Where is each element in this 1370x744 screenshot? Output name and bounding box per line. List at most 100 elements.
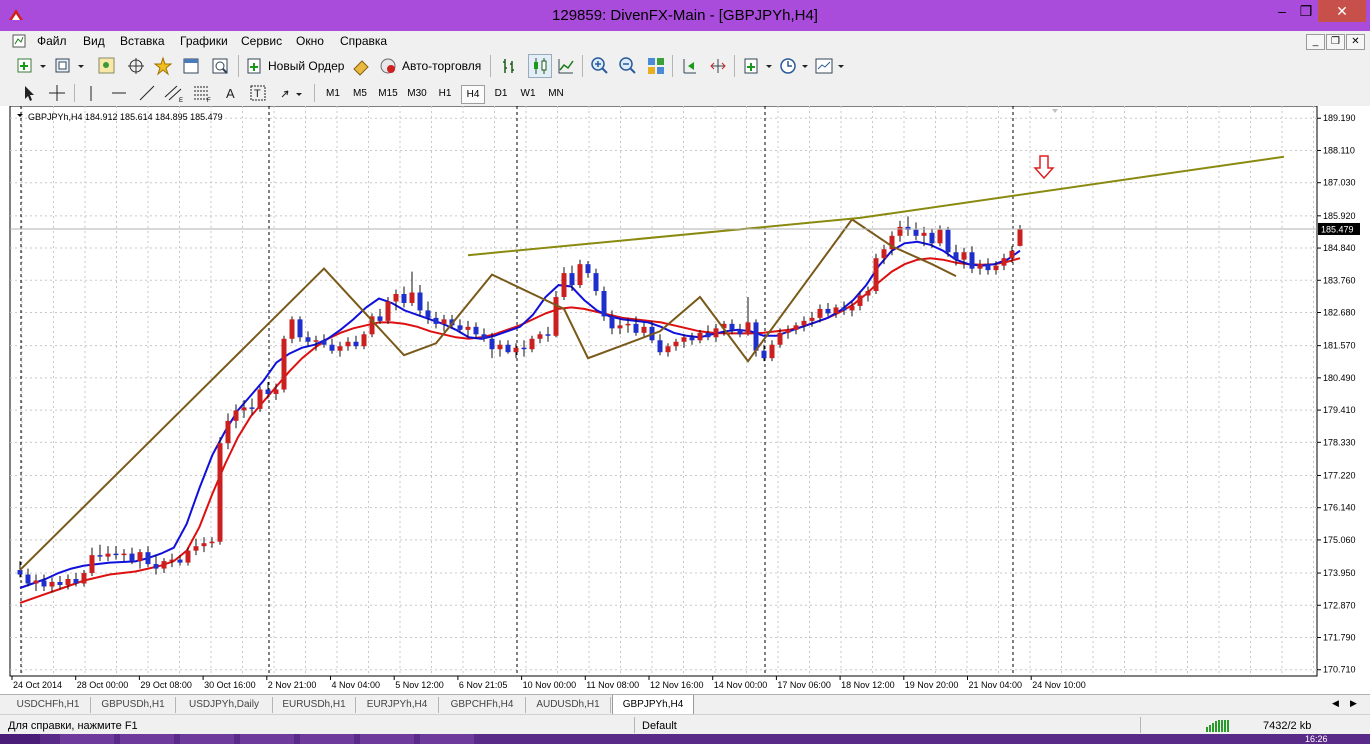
price-chart[interactable]: 189.190 188.110 187.030 185.920 184.840 183.7… xyxy=(0,105,1370,694)
mdi-minimize-button[interactable]: _ xyxy=(1306,34,1325,50)
periods-clock-icon[interactable] xyxy=(778,56,810,76)
terminal-icon[interactable] xyxy=(181,56,201,76)
mdi-close-button[interactable]: ✕ xyxy=(1346,34,1365,50)
tab-eurusdh-h1[interactable]: EURUSDh,H1 xyxy=(273,697,356,713)
candle xyxy=(369,313,375,338)
candle-body xyxy=(441,319,447,324)
new-order-button[interactable]: Новый Ордер xyxy=(268,55,344,77)
bar-chart-icon[interactable] xyxy=(500,56,520,76)
price-label: 176.140 xyxy=(1323,503,1356,513)
tabs-scroll-right-icon[interactable]: ▶ xyxy=(1350,698,1357,709)
taskbar-app-1[interactable] xyxy=(60,734,114,744)
candle-body xyxy=(289,319,295,339)
timeframe-m1[interactable]: M1 xyxy=(322,85,344,102)
timeframe-m5[interactable]: M5 xyxy=(349,85,371,102)
time-label: 4 Nov 04:00 xyxy=(332,680,381,690)
zoom-in-icon[interactable] xyxy=(590,56,610,76)
arrows-dropdown-icon[interactable] xyxy=(279,83,307,103)
time-label: 6 Nov 21:05 xyxy=(459,680,508,690)
fibonacci-icon[interactable]: F xyxy=(192,83,212,103)
taskbar-app-4[interactable] xyxy=(240,734,294,744)
line-chart-icon[interactable] xyxy=(556,56,576,76)
timeframe-d1[interactable]: D1 xyxy=(490,85,512,102)
indicators-icon[interactable] xyxy=(742,56,774,76)
data-window-icon[interactable] xyxy=(126,56,146,76)
tab-gbpusdh-h1[interactable]: GBPUSDh,H1 xyxy=(91,697,176,713)
candle-body xyxy=(937,229,943,244)
chart-window-icon[interactable] xyxy=(12,34,26,48)
chart-window[interactable]: 189.190 188.110 187.030 185.920 184.840 183.7… xyxy=(0,105,1370,694)
start-button[interactable] xyxy=(0,734,40,744)
candle-body xyxy=(689,337,695,341)
horizontal-line-icon[interactable] xyxy=(110,83,128,103)
menu-file[interactable]: Файл xyxy=(37,34,67,48)
tile-windows-icon[interactable] xyxy=(646,56,666,76)
taskbar-app-6[interactable] xyxy=(360,734,414,744)
cursor-icon[interactable] xyxy=(20,83,38,103)
text-tool-icon[interactable]: A xyxy=(222,83,240,103)
timeframe-h4[interactable]: H4 xyxy=(461,85,485,104)
timeframe-h1[interactable]: H1 xyxy=(434,85,456,102)
time-label: 5 Nov 12:00 xyxy=(395,680,444,690)
tab-audusdh-h1[interactable]: AUDUSDh,H1 xyxy=(526,697,611,713)
maximize-button[interactable]: ❐ xyxy=(1294,0,1318,22)
tab-usdchfh-h1[interactable]: USDCHFh,H1 xyxy=(6,697,91,713)
navigator-icon[interactable] xyxy=(153,56,173,76)
menu-window[interactable]: Окно xyxy=(296,34,324,48)
autotrading-icon[interactable] xyxy=(378,56,398,76)
minimize-button[interactable]: – xyxy=(1270,0,1294,22)
autotrading-button[interactable]: Авто-торговля xyxy=(402,55,481,77)
timeframe-m15[interactable]: M15 xyxy=(376,85,400,102)
tab-eurjpyh-h4[interactable]: EURJPYh,H4 xyxy=(356,697,439,713)
equidistant-channel-icon[interactable]: E xyxy=(164,83,184,103)
tab-usdjpyh-daily[interactable]: USDJPYh,Daily xyxy=(176,697,273,713)
candlestick-chart-icon[interactable] xyxy=(528,54,552,78)
candle-body xyxy=(841,307,847,311)
expert-advisors-icon[interactable] xyxy=(351,56,371,76)
toolbar-separator xyxy=(238,55,239,77)
auto-scroll-icon[interactable] xyxy=(680,56,700,76)
tab-gbpjpyh-h4[interactable]: GBPJPYh,H4 xyxy=(612,695,694,715)
connection-status-icon[interactable] xyxy=(1205,719,1231,733)
candle-body xyxy=(193,546,199,551)
tab-gbpchfh-h4[interactable]: GBPCHFh,H4 xyxy=(439,697,526,713)
market-watch-icon[interactable] xyxy=(97,56,117,76)
menu-help[interactable]: Справка xyxy=(340,34,387,48)
svg-text:E: E xyxy=(179,98,183,103)
close-button[interactable]: ✕ xyxy=(1318,0,1366,22)
candle-body xyxy=(321,340,327,345)
candle-body xyxy=(337,346,343,351)
candle-body xyxy=(65,579,71,585)
title-bar: 129859: DivenFX-Main - [GBPJPYh,H4] – ❐ … xyxy=(0,0,1370,31)
new-order-icon[interactable] xyxy=(246,56,264,76)
taskbar-app-7[interactable] xyxy=(420,734,474,744)
menu-charts[interactable]: Графики xyxy=(180,34,228,48)
timeframe-w1[interactable]: W1 xyxy=(517,85,539,102)
menu-insert[interactable]: Вставка xyxy=(120,34,165,48)
menu-view[interactable]: Вид xyxy=(83,34,105,48)
templates-icon[interactable] xyxy=(814,56,846,76)
candle-body xyxy=(353,341,359,347)
taskbar-app-5[interactable] xyxy=(300,734,354,744)
timeframe-m30[interactable]: M30 xyxy=(405,85,429,102)
candle xyxy=(945,226,951,257)
strategy-tester-icon[interactable] xyxy=(210,56,230,76)
profiles-icon[interactable] xyxy=(54,56,86,76)
new-chart-icon[interactable] xyxy=(16,56,48,76)
candle-body xyxy=(153,564,159,569)
mdi-restore-button[interactable]: ❐ xyxy=(1326,34,1345,50)
taskbar-clock: 16:26 xyxy=(1305,734,1328,744)
text-label-icon[interactable]: T xyxy=(249,83,267,103)
timeframe-mn[interactable]: MN xyxy=(544,85,568,102)
menu-tools[interactable]: Сервис xyxy=(241,34,282,48)
taskbar-app-2[interactable] xyxy=(120,734,174,744)
candle-body xyxy=(385,301,391,321)
taskbar-app-3[interactable] xyxy=(180,734,234,744)
tabs-scroll-left-icon[interactable]: ◀ xyxy=(1332,698,1339,709)
chart-shift-icon[interactable] xyxy=(708,56,728,76)
zoom-out-icon[interactable] xyxy=(618,56,638,76)
crosshair-icon[interactable] xyxy=(48,83,66,103)
candle-body xyxy=(137,552,143,562)
trendline-icon[interactable] xyxy=(138,83,156,103)
vertical-line-icon[interactable] xyxy=(82,83,100,103)
